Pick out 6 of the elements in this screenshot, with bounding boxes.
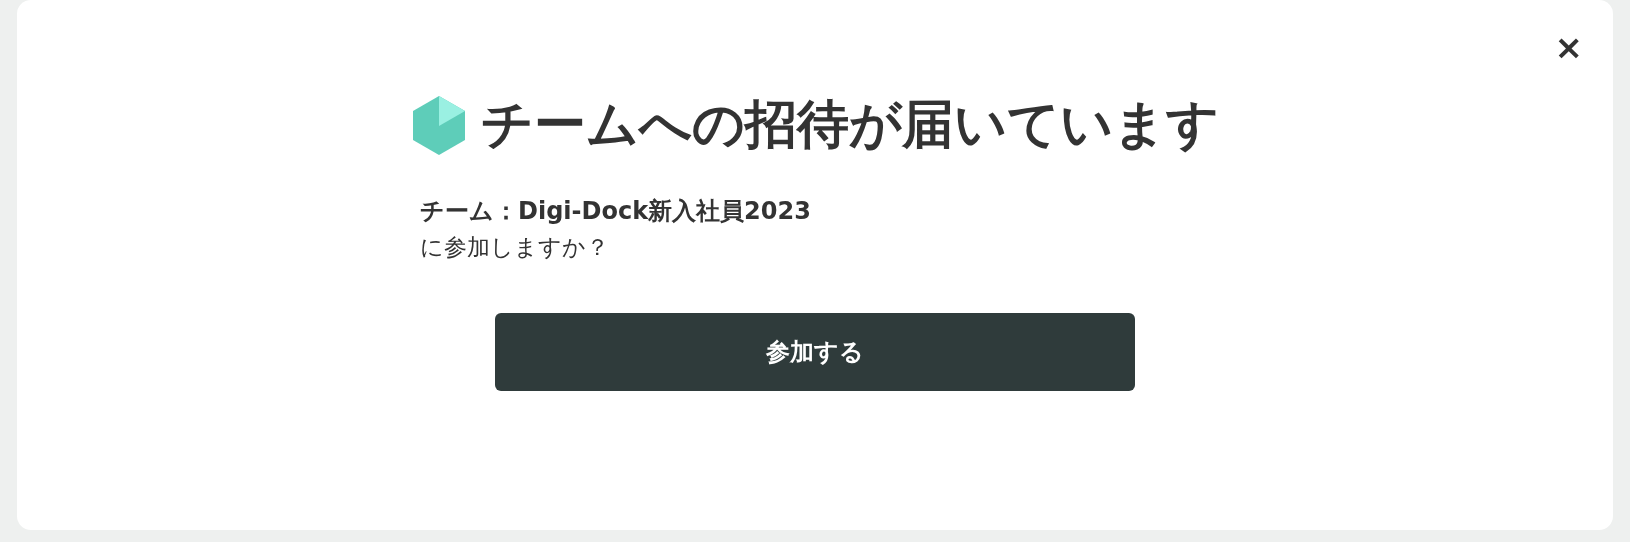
close-button[interactable]: ×	[1554, 30, 1583, 64]
join-button[interactable]: 参加する	[495, 313, 1135, 391]
dialog-title: チームへの招待が届いています	[481, 93, 1219, 156]
cube-icon	[411, 93, 467, 156]
join-question: に参加しますか？	[420, 233, 610, 262]
team-name: チーム：Digi-Dock新入社員2023	[420, 196, 812, 227]
